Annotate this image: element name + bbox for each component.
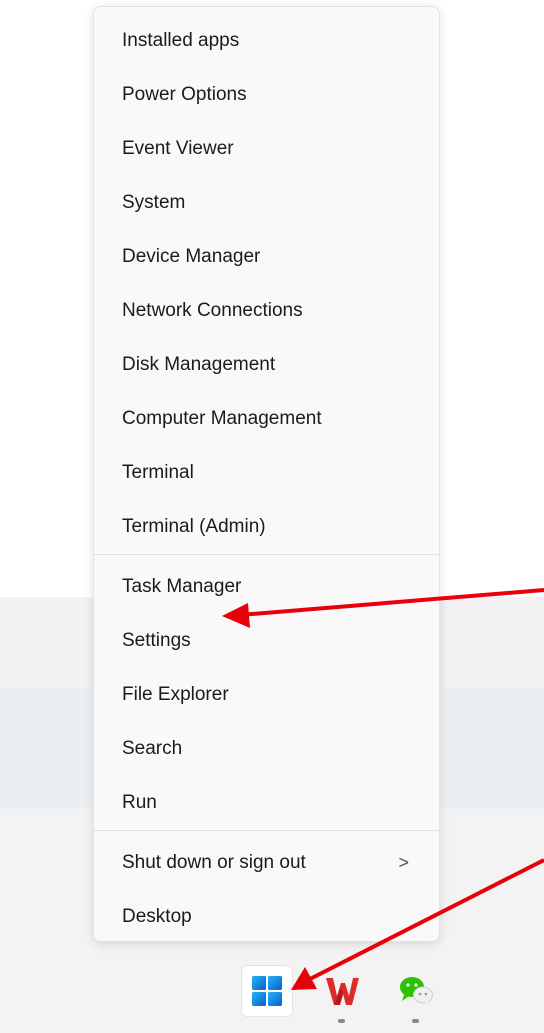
chevron-right-icon: >: [398, 852, 409, 873]
wps-logo-icon: [326, 978, 359, 1005]
menu-item-network-connections[interactable]: Network Connections: [94, 284, 439, 338]
menu-separator: [94, 830, 439, 831]
menu-item-disk-management[interactable]: Disk Management: [94, 338, 439, 392]
menu-item-file-explorer[interactable]: File Explorer: [94, 668, 439, 722]
menu-item-label: Computer Management: [122, 408, 322, 429]
running-indicator: [412, 1019, 419, 1023]
menu-item-label: Task Manager: [122, 576, 242, 597]
menu-item-terminal-admin[interactable]: Terminal (Admin): [94, 500, 439, 554]
menu-item-shut-down-or-sign-out[interactable]: Shut down or sign out >: [94, 836, 439, 890]
menu-item-computer-management[interactable]: Computer Management: [94, 392, 439, 446]
menu-item-task-manager[interactable]: Task Manager: [94, 560, 439, 614]
menu-item-event-viewer[interactable]: Event Viewer: [94, 122, 439, 176]
menu-item-label: Settings: [122, 630, 191, 651]
menu-item-label: Event Viewer: [122, 138, 234, 159]
menu-item-label: Terminal (Admin): [122, 516, 266, 537]
running-indicator: [338, 1019, 345, 1023]
menu-item-search[interactable]: Search: [94, 722, 439, 776]
wps-office-button[interactable]: [316, 965, 368, 1017]
menu-item-label: Run: [122, 792, 157, 813]
menu-separator: [94, 554, 439, 555]
menu-item-label: Desktop: [122, 906, 192, 927]
menu-item-settings[interactable]: Settings: [94, 614, 439, 668]
wechat-button[interactable]: [390, 965, 442, 1017]
menu-item-label: Search: [122, 738, 183, 759]
menu-item-system[interactable]: System: [94, 176, 439, 230]
start-button[interactable]: [241, 965, 293, 1017]
menu-item-desktop[interactable]: Desktop: [94, 890, 439, 944]
windows-logo-icon: [252, 976, 282, 1006]
winx-context-menu: Installed apps Power Options Event Viewe…: [93, 6, 440, 942]
menu-item-label: Disk Management: [122, 354, 276, 375]
menu-item-label: Network Connections: [122, 300, 303, 321]
menu-item-run[interactable]: Run: [94, 776, 439, 830]
menu-item-label: Shut down or sign out: [122, 852, 306, 873]
menu-item-label: Device Manager: [122, 246, 261, 267]
menu-item-installed-apps[interactable]: Installed apps: [94, 14, 439, 68]
menu-item-label: Power Options: [122, 84, 247, 105]
menu-item-device-manager[interactable]: Device Manager: [94, 230, 439, 284]
menu-item-label: System: [122, 192, 186, 213]
menu-item-label: Installed apps: [122, 30, 240, 51]
menu-item-terminal[interactable]: Terminal: [94, 446, 439, 500]
menu-item-power-options[interactable]: Power Options: [94, 68, 439, 122]
menu-item-label: Terminal: [122, 462, 194, 483]
menu-item-label: File Explorer: [122, 684, 229, 705]
wechat-icon: [400, 977, 433, 1005]
